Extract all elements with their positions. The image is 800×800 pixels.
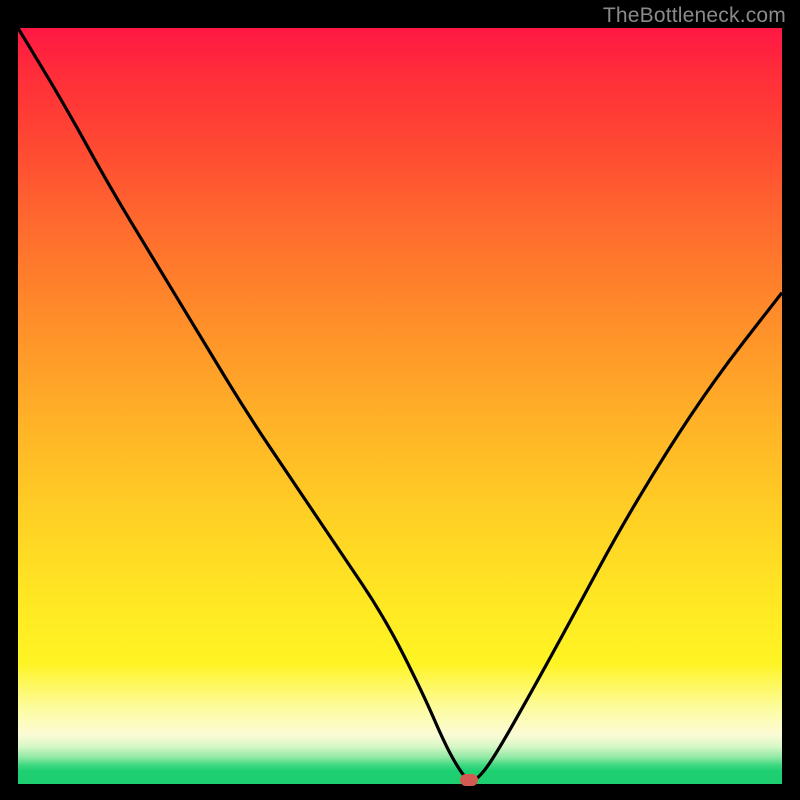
plot-area (18, 28, 782, 784)
bottleneck-curve (18, 28, 782, 784)
watermark-label: TheBottleneck.com (603, 4, 786, 28)
chart-frame: TheBottleneck.com (0, 0, 800, 800)
curve-path (18, 28, 782, 780)
min-marker (460, 774, 478, 786)
